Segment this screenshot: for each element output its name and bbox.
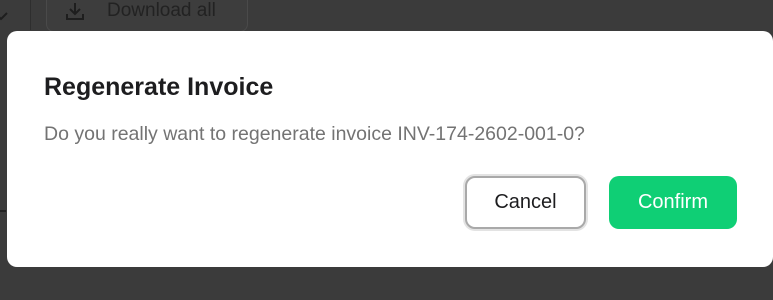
regenerate-invoice-dialog: Regenerate Invoice Do you really want to… — [7, 31, 773, 267]
download-all-button[interactable]: Download all — [46, 0, 248, 32]
confirm-button[interactable]: Confirm — [609, 176, 737, 229]
dialog-title: Regenerate Invoice — [44, 73, 274, 101]
download-all-label: Download all — [107, 0, 216, 21]
download-icon — [65, 1, 85, 21]
dialog-message: Do you really want to regenerate invoice… — [44, 123, 585, 145]
chevron-down-icon — [0, 6, 8, 26]
toolbar-divider — [30, 0, 31, 30]
cancel-button[interactable]: Cancel — [465, 176, 586, 229]
background-edge-mark — [0, 210, 6, 212]
